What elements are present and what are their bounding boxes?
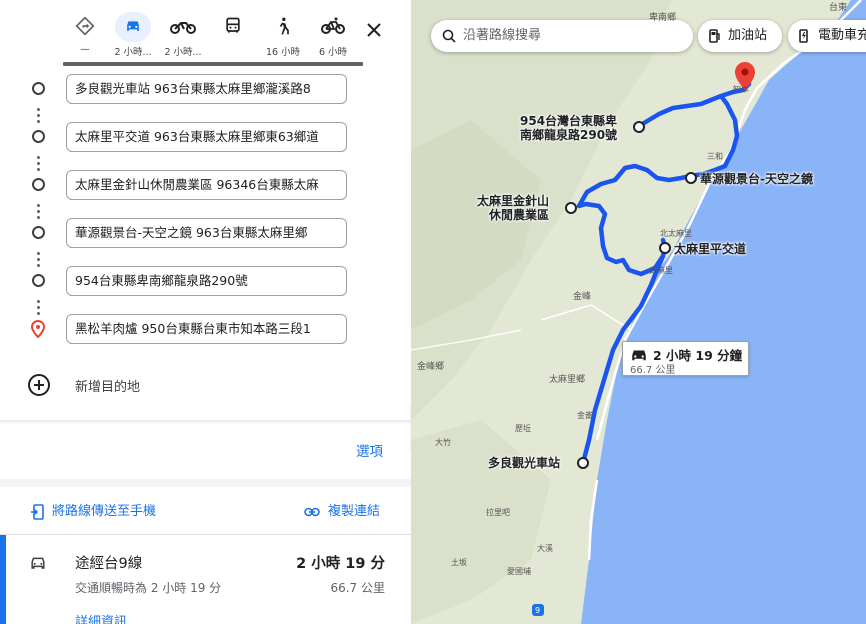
map-poi-crossing[interactable]: 太麻里平交道 — [674, 242, 746, 256]
options-button[interactable]: 選項 — [356, 440, 383, 460]
send-to-phone-link[interactable]: 將路線傳送至手機 — [30, 500, 156, 520]
map-base — [411, 0, 866, 624]
directions-panel: — 2 小時... 2 小時... 16 小時 6 小時 多良觀光車站 963台… — [0, 0, 411, 624]
search-placeholder: 沿著路線搜尋 — [463, 28, 542, 43]
link-icon — [304, 507, 320, 516]
route-duration: 2 小時 19 分 — [296, 556, 385, 572]
mode-time: 2 小時... — [114, 47, 152, 58]
search-along-route-input[interactable]: 沿著路線搜尋 — [431, 20, 693, 52]
stop-input[interactable]: 多良觀光車站 963台東縣太麻里鄉瀧溪路8 — [66, 74, 347, 104]
map-label-zhiben: 知本 — [733, 85, 749, 94]
stop-circle-icon — [32, 82, 45, 95]
mode-time: 6 小時 — [318, 47, 348, 58]
stop-row: 954台東縣卑南鄉龍泉路290號 — [0, 266, 411, 296]
map-label-jinfeng: 金峰 — [573, 292, 592, 302]
send-to-phone-icon — [31, 503, 44, 520]
selected-indicator — [0, 535, 6, 624]
car-icon — [28, 553, 48, 577]
tab-walking[interactable]: 16 小時 — [258, 12, 308, 58]
stop-row: 黑松羊肉爐 950台東縣台東市知本路三段1 — [0, 314, 411, 344]
bus-icon — [208, 12, 258, 42]
map-label-beinan: 卑南鄉 — [649, 13, 677, 23]
map-poi-jinzhen[interactable]: 太麻里金針山 休閒農業區 — [477, 194, 549, 222]
mode-time: — — [80, 44, 90, 55]
map-label-taimali: 太麻里 — [649, 266, 673, 275]
map-label-taitung: 台東 — [829, 3, 848, 13]
stop-circle-icon — [32, 274, 45, 287]
add-destination-label: 新增目的地 — [75, 380, 141, 395]
copy-link-button[interactable]: 複製連結 — [304, 500, 380, 519]
tab-transit[interactable] — [208, 12, 258, 44]
copy-link-label: 複製連結 — [328, 504, 381, 519]
walk-icon — [258, 12, 308, 42]
send-to-phone-label: 將路線傳送至手機 — [52, 504, 157, 519]
tab-best[interactable]: — — [60, 12, 110, 55]
map-label-lalibai: 拉里吧 — [486, 508, 510, 517]
motorcycle-icon — [158, 12, 208, 42]
travel-mode-tabs: — 2 小時... 2 小時... 16 小時 6 小時 — [60, 12, 390, 68]
ev-charging-chip[interactable]: 電動車充 — [788, 20, 866, 52]
map-label-dawu: 大溪 — [537, 544, 553, 553]
tab-driving[interactable]: 2 小時... — [108, 12, 158, 58]
gas-station-chip[interactable]: 加油站 — [698, 20, 782, 52]
stop-input[interactable]: 黑松羊肉爐 950台東縣台東市知本路三段1 — [66, 314, 347, 344]
ev-charging-label: 電動車充 — [818, 28, 866, 43]
details-link[interactable]: 詳細資訊 — [75, 611, 127, 624]
ev-charging-icon — [799, 29, 808, 43]
destination-pin-icon — [30, 319, 46, 342]
route-option-card[interactable]: 途經台9線 2 小時 19 分 交通順暢時為 2 小時 19 分 66.7 公里… — [0, 535, 411, 624]
map-label-dazhu: 大竹 — [435, 438, 451, 447]
add-destination-button[interactable]: 新增目的地 — [0, 370, 300, 400]
map-label-sanhe: 三和 — [707, 152, 723, 161]
stop-input[interactable]: 太麻里平交道 963台東縣太麻里鄉東63鄉道 — [66, 122, 347, 152]
route-name: 途經台9線 — [75, 556, 143, 572]
map-poi-huayuan[interactable]: 華源觀景台-天空之鏡 — [700, 172, 813, 186]
map-label-tuban: 土坂 — [451, 558, 467, 567]
tab-bicycle[interactable]: 6 小時 — [308, 12, 358, 58]
map-label-lixi: 歷坵 — [515, 424, 531, 433]
stop-input[interactable]: 954台東縣卑南鄉龍泉路290號 — [66, 266, 347, 296]
stop-row: 太麻里平交道 963台東縣太麻里鄉東63鄉道 — [0, 122, 411, 152]
stop-circle-icon — [32, 226, 45, 239]
divider — [0, 420, 411, 424]
stop-row: 多良觀光車站 963台東縣太麻里鄉瀧溪路8 — [0, 74, 411, 104]
directions-icon — [60, 12, 110, 42]
bicycle-icon — [308, 12, 358, 42]
tab-motorcycle[interactable]: 2 小時... — [158, 12, 208, 58]
close-icon[interactable] — [362, 18, 386, 42]
route-traffic-note: 交通順暢時為 2 小時 19 分 — [75, 581, 222, 595]
gas-station-icon — [709, 29, 720, 43]
map-label-jinfeng-xiang: 金峰鄉 — [417, 362, 445, 372]
stop-circle-icon — [32, 130, 45, 143]
stop-row: 太麻里金針山休閒農業區 96346台東縣太麻 — [0, 170, 411, 200]
stop-circle-icon — [32, 178, 45, 191]
map-canvas[interactable]: 沿著路線搜尋 加油站 電動車充 卑南鄉 台東 知本 三和 北太麻里 太麻里 金峰… — [411, 0, 866, 624]
callout-distance: 66.7 公里 — [630, 365, 676, 376]
route-distance: 66.7 公里 — [330, 581, 385, 595]
car-icon — [115, 12, 151, 42]
map-label-aiguo: 愛國埔 — [507, 567, 531, 576]
search-icon — [442, 29, 456, 43]
add-icon — [28, 374, 50, 396]
map-poi-duoliang[interactable]: 多良觀光車站 — [488, 456, 560, 470]
stop-input[interactable]: 太麻里金針山休閒農業區 96346台東縣太麻 — [66, 170, 347, 200]
map-poi-longquan[interactable]: 954台灣台東縣卑 南鄉龍泉路290號 — [520, 114, 617, 142]
map-label-beitaimali: 北太麻里 — [660, 229, 692, 238]
mode-time: 2 小時... — [164, 47, 202, 58]
highway-9-shield: 9 — [535, 606, 541, 615]
divider — [0, 479, 411, 487]
gas-station-label: 加油站 — [728, 28, 768, 43]
route-duration-callout[interactable]: 2 小時 19 分鐘 66.7 公里 — [622, 341, 749, 376]
tab-indicator — [63, 62, 363, 66]
stop-row: 華源觀景台-天空之鏡 963台東縣太麻里鄉 — [0, 218, 411, 248]
stop-input[interactable]: 華源觀景台-天空之鏡 963台東縣太麻里鄉 — [66, 218, 347, 248]
map-label-jinlun: 金崙 — [577, 411, 593, 420]
map-label-taimali-xiang: 太麻里鄉 — [549, 375, 586, 385]
mode-time: 16 小時 — [265, 47, 301, 58]
